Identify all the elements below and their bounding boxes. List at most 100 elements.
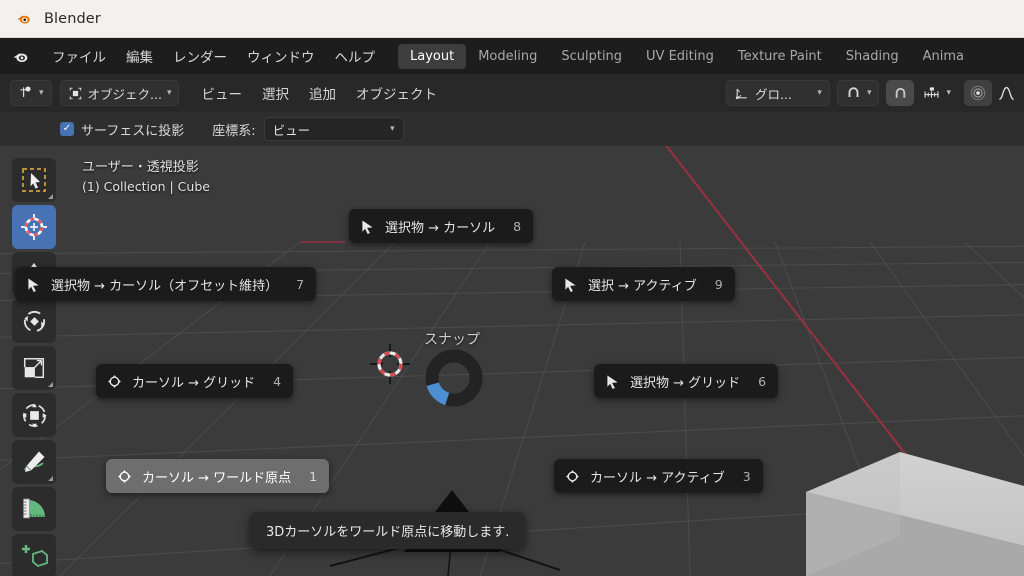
tab-sculpting[interactable]: Sculpting — [549, 44, 634, 69]
3d-cursor-icon — [118, 469, 131, 483]
pie-item-label: 選択物 → グリッド — [630, 375, 741, 391]
editor-type-button[interactable]: ▾ — [10, 80, 52, 106]
project-to-surface-checkbox[interactable]: ✓ — [60, 122, 74, 136]
falloff-curve-icon — [998, 86, 1014, 100]
tab-uv-editing[interactable]: UV Editing — [634, 44, 726, 69]
pie-item-label: 選択 → アクティブ — [588, 278, 697, 294]
pie-item-key: 7 — [296, 276, 305, 292]
window-title: Blender — [44, 10, 101, 27]
select-box-icon — [22, 168, 46, 192]
blender-logo-icon[interactable] — [10, 46, 31, 67]
3d-cursor-icon — [21, 214, 47, 240]
menu-render[interactable]: レンダー — [164, 43, 236, 69]
tool-transform[interactable] — [12, 393, 56, 437]
tool-submenu-indicator — [48, 194, 53, 199]
orientation-icon — [735, 88, 747, 100]
tool-scale[interactable] — [12, 346, 56, 390]
pie-item-selection-to-cursor-keep-offset[interactable]: 選択物 → カーソル（オフセット維持） 7 — [15, 267, 317, 301]
blender-logo-icon — [17, 15, 30, 24]
tool-rotate[interactable] — [12, 299, 56, 343]
pie-item-key: 3 — [742, 468, 751, 484]
header-menu-add[interactable]: 追加 — [299, 83, 346, 103]
tool-measure[interactable] — [12, 487, 56, 531]
orientation-label: 座標系: — [212, 123, 256, 139]
pie-item-key: 9 — [714, 276, 723, 292]
proportional-edit-icon — [970, 85, 986, 101]
blender-window: Blender ファイル 編集 レンダー ウィンドウ ヘルプ Layout Mo… — [0, 0, 1024, 576]
proportional-edit-toggle[interactable] — [964, 80, 992, 106]
menu-file[interactable]: ファイル — [43, 43, 115, 69]
pie-item-label: 選択物 → カーソル（オフセット維持） — [51, 278, 279, 294]
3d-cursor-icon — [566, 469, 579, 483]
falloff-curve-selector[interactable] — [992, 80, 1020, 106]
tab-animation[interactable]: Anima — [911, 44, 976, 69]
cursor-arrow-icon — [565, 278, 576, 292]
snap-increment-selector[interactable]: ▾ — [914, 80, 959, 106]
chevron-down-icon: ▾ — [39, 88, 44, 98]
tooltip: 3Dカーソルをワールド原点に移動します. — [250, 512, 526, 549]
cursor-arrow-icon — [362, 220, 373, 234]
object-mode-label: オブジェク... — [87, 86, 162, 102]
scale-icon — [23, 357, 45, 379]
pie-item-label: カーソル → ワールド原点 — [142, 470, 292, 486]
pie-center-label: スナップ — [424, 332, 480, 348]
editor-type-icon — [20, 86, 31, 97]
snap-increment-icon — [924, 87, 940, 98]
object-mode-selector[interactable]: オブジェク... ▾ — [59, 80, 180, 106]
annotate-pencil-icon — [24, 451, 45, 472]
tool-add-cube[interactable] — [12, 534, 56, 576]
pie-item-key: 4 — [273, 373, 282, 389]
transform-icon — [21, 402, 47, 428]
pie-item-label: カーソル → アクティブ — [590, 470, 725, 486]
pie-item-key: 1 — [309, 468, 318, 484]
tool-annotate[interactable] — [12, 440, 56, 484]
header-menu-select[interactable]: 選択 — [252, 83, 299, 103]
viewport-header: ▾ オブジェク... ▾ ビュー 選択 追加 オブジェクト グロ... ▾ ▾ … — [0, 74, 1024, 112]
menu-edit[interactable]: 編集 — [117, 43, 162, 69]
pie-item-key: 8 — [513, 218, 522, 234]
pie-item-label: カーソル → グリッド — [132, 375, 256, 391]
chevron-down-icon: ▾ — [817, 88, 822, 98]
snap-toggle-button[interactable] — [886, 80, 915, 106]
3d-viewport[interactable]: ユーザー・透視投影 (1) Collection | Cube スナップ 選択物… — [0, 146, 1024, 576]
pie-item-selection-to-active[interactable]: 選択 → アクティブ 9 — [552, 267, 735, 301]
chevron-down-icon: ▾ — [946, 88, 951, 98]
menu-help[interactable]: ヘルプ — [326, 43, 385, 69]
tool-select-box[interactable] — [12, 158, 56, 202]
tab-modeling[interactable]: Modeling — [466, 44, 549, 69]
cursor-arrow-icon — [28, 278, 39, 292]
tooltip-text: 3Dカーソルをワールド原点に移動します. — [266, 525, 510, 540]
tab-layout[interactable]: Layout — [398, 43, 467, 69]
tool-submenu-indicator — [48, 382, 53, 387]
pie-center-ring — [425, 349, 483, 407]
viewport-view-name: ユーザー・透視投影 — [82, 160, 199, 175]
pie-item-cursor-to-active[interactable]: カーソル → アクティブ 3 — [554, 459, 763, 493]
tab-shading[interactable]: Shading — [834, 44, 911, 69]
cube-object — [806, 452, 1024, 576]
menu-window[interactable]: ウィンドウ — [238, 43, 324, 69]
snap-target-selector[interactable]: ▾ — [836, 80, 880, 106]
header-menu-view[interactable]: ビュー — [191, 83, 252, 103]
tool-cursor[interactable] — [12, 205, 56, 249]
pie-item-cursor-to-grid[interactable]: カーソル → グリッド 4 — [96, 364, 294, 398]
pie-item-selection-to-cursor[interactable]: 選択物 → カーソル 8 — [349, 209, 534, 243]
transform-orientation-selector[interactable]: グロ... ▾ — [725, 80, 830, 106]
orientation-dropdown[interactable]: ビュー ▾ — [263, 117, 404, 141]
tab-texture-paint[interactable]: Texture Paint — [726, 44, 834, 69]
measure-ruler-icon — [23, 498, 46, 519]
3d-cursor-icon — [108, 374, 121, 388]
pie-item-selection-to-grid[interactable]: 選択物 → グリッド 6 — [594, 364, 779, 398]
rotate-icon — [23, 310, 45, 332]
project-to-surface-label: サーフェスに投影 — [81, 123, 185, 139]
chevron-down-icon: ▾ — [166, 88, 172, 98]
header-menu-object[interactable]: オブジェクト — [346, 83, 447, 103]
pie-item-cursor-to-world-origin[interactable]: カーソル → ワールド原点 1 — [106, 459, 330, 493]
object-mode-icon — [69, 87, 81, 99]
orientation-value: ビュー — [272, 122, 311, 138]
chevron-down-icon: ▾ — [866, 88, 872, 98]
chevron-down-icon: ▾ — [390, 124, 395, 134]
pie-item-label: 選択物 → カーソル — [385, 220, 496, 236]
3d-cursor-icon — [370, 344, 410, 384]
tool-submenu-indicator — [48, 476, 53, 481]
pie-item-key: 6 — [758, 373, 767, 389]
